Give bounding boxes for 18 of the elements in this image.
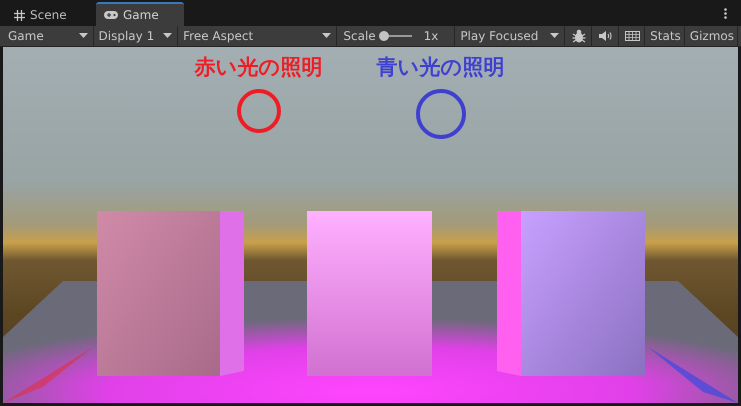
caret-icon (163, 33, 172, 39)
caret-icon (322, 33, 332, 39)
tab[interactable]: Game (96, 2, 184, 26)
scale-reading: 1x (424, 29, 438, 43)
circle-marker (236, 89, 280, 133)
grid-icon (14, 10, 25, 20)
caret-icon (78, 33, 88, 39)
annotation-text: 赤い光の照明 (194, 54, 322, 81)
circle-marker (416, 89, 466, 139)
annotation-text: 青い光の照明 (376, 54, 504, 81)
tab[interactable]: Scene (6, 2, 94, 26)
slider-thumb[interactable] (378, 31, 389, 41)
more-menu-icon[interactable] (724, 8, 727, 19)
scale-label: Scale (343, 29, 376, 43)
toolbar-button[interactable]: Stats (647, 26, 685, 46)
toolbar-button[interactable]: Gizmos (686, 26, 738, 46)
caret-icon (550, 33, 560, 39)
gamepad-icon (104, 11, 118, 19)
